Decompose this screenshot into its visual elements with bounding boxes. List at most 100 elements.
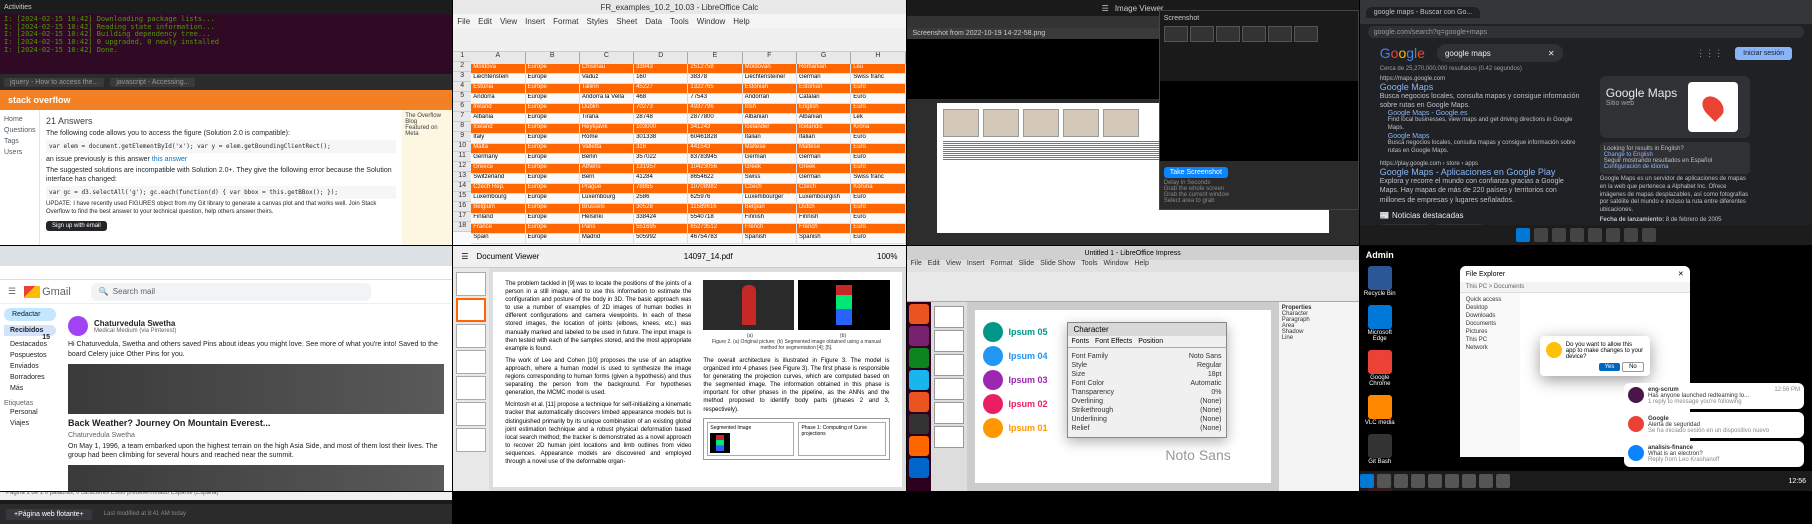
cell[interactable]: 28748 (634, 114, 688, 124)
slide-thumb[interactable] (934, 402, 964, 424)
table-row[interactable]: GreeceEuropeAthens13195710423056GreekGre… (471, 164, 905, 174)
page-thumb[interactable] (456, 376, 486, 400)
close-icon[interactable]: ✕ (1678, 270, 1684, 278)
table-row[interactable]: GermanyEuropeBerlin35702283783945GermanG… (471, 154, 905, 164)
menu-format[interactable]: Format (990, 260, 1012, 272)
panel-windows-desktop[interactable]: Admin Recycle BinMicrosoft EdgeGoogle Ch… (1360, 246, 1812, 491)
thumb[interactable] (983, 109, 1019, 137)
cell[interactable]: Spanish (743, 234, 797, 244)
dialog-field[interactable]: Relief(None) (1072, 424, 1222, 433)
cell[interactable]: Czech (743, 184, 797, 194)
row-header[interactable]: 10 (453, 142, 471, 152)
preview-th[interactable] (1190, 26, 1214, 42)
task-icon[interactable] (1428, 474, 1442, 488)
sidebar-snoozed[interactable]: Pospuestos (4, 350, 56, 361)
calc-toolbar[interactable] (453, 28, 905, 52)
preview-th[interactable] (1164, 26, 1188, 42)
cell[interactable]: 160 (634, 74, 688, 84)
dialog-field[interactable]: Underlining(None) (1072, 415, 1222, 424)
compose-button[interactable]: Redactar (4, 308, 56, 321)
cell[interactable]: Liechtenstein (471, 74, 525, 84)
launcher-icon[interactable] (909, 392, 929, 412)
cell[interactable]: Romanian (797, 64, 851, 74)
cell[interactable]: English (797, 104, 851, 114)
cell[interactable]: 60461828 (688, 134, 742, 144)
cell[interactable]: 441543 (688, 144, 742, 154)
cell[interactable]: 41284 (634, 174, 688, 184)
cell[interactable]: Andorra la Vella (580, 94, 634, 104)
cell[interactable]: Finland (471, 214, 525, 224)
cell[interactable]: 341243 (688, 124, 742, 134)
task-icon[interactable] (1394, 474, 1408, 488)
cell[interactable]: Leu (851, 64, 905, 74)
opt-select-area[interactable]: Select area to grab (1164, 198, 1354, 204)
cell[interactable]: Europe (526, 74, 580, 84)
cell[interactable]: 10423056 (688, 164, 742, 174)
cell[interactable]: Andorra (471, 94, 525, 104)
menu-format[interactable]: Format (553, 17, 578, 26)
cell[interactable]: Italy (471, 134, 525, 144)
cell[interactable]: Maltese (797, 144, 851, 154)
cell[interactable]: Maltese (743, 144, 797, 154)
sidebar-inbox[interactable]: Recibidos 15 (4, 325, 56, 336)
slide-thumb[interactable] (934, 426, 964, 448)
cell[interactable]: Bern (580, 174, 634, 184)
label-personal[interactable]: Personal (4, 407, 56, 418)
cell[interactable]: Europe (526, 134, 580, 144)
cell[interactable]: Helsinki (580, 214, 634, 224)
cell[interactable]: Europe (526, 214, 580, 224)
cell[interactable]: Albania (471, 114, 525, 124)
menu-help[interactable]: Help (733, 17, 749, 26)
stackoverflow-logo[interactable]: stack overflow (8, 95, 71, 105)
col-header[interactable]: E (688, 52, 742, 64)
task-icon[interactable] (1479, 474, 1493, 488)
table-row[interactable]: LuxembourgEuropeLuxembourg2586625976Luxe… (471, 194, 905, 204)
sidebar-drafts[interactable]: Borradores (4, 372, 56, 383)
task-icon[interactable] (1534, 228, 1548, 242)
row-header[interactable]: 15 (453, 192, 471, 202)
cell[interactable]: Italian (797, 134, 851, 144)
cell[interactable]: 625976 (688, 194, 742, 204)
lang-settings-link[interactable]: Configuración de idioma (1604, 164, 1746, 170)
task-icon[interactable] (1377, 474, 1391, 488)
task-icon[interactable] (1445, 474, 1459, 488)
properties-panel[interactable]: Properties Character Paragraph Area Shad… (1279, 302, 1359, 491)
hamburger-icon[interactable]: ☰ (461, 252, 468, 261)
terminal-window[interactable]: I: [2024-02-15 10:42] Downloading packag… (0, 14, 452, 74)
menu-insert[interactable]: Insert (525, 17, 545, 26)
so-link[interactable]: this answer (152, 156, 187, 163)
cell[interactable]: Euro (851, 204, 905, 214)
cell[interactable]: Króna (851, 124, 905, 134)
cell[interactable]: Chisinau (580, 64, 634, 74)
cell[interactable]: Dublin (580, 104, 634, 114)
slide-thumb[interactable] (934, 378, 964, 400)
cell[interactable]: Icelander (743, 124, 797, 134)
cell[interactable]: Spain (471, 234, 525, 244)
desktop-icon[interactable]: VLC media (1364, 395, 1396, 426)
cell[interactable]: Europe (526, 64, 580, 74)
table-row[interactable]: AlbaniaEuropeTirana287482877800AlbanianA… (471, 114, 905, 124)
cell[interactable]: 316 (634, 144, 688, 154)
sender-name[interactable]: Chaturvedula Swetha (94, 319, 176, 328)
slide-thumb[interactable] (934, 306, 964, 328)
table-row[interactable]: FinlandEuropeHelsinki3384245540718Finnis… (471, 214, 905, 224)
cell[interactable]: Euro (851, 84, 905, 94)
cell[interactable]: France (471, 224, 525, 234)
page-thumbnails[interactable] (453, 268, 489, 491)
sidebar-more[interactable]: Más (4, 383, 56, 394)
launcher-icon[interactable] (909, 436, 929, 456)
launcher-icon[interactable] (909, 304, 929, 324)
menu-edit[interactable]: Edit (928, 260, 940, 272)
cell[interactable]: Paris (580, 224, 634, 234)
so-nav-tags[interactable]: Tags (4, 136, 35, 147)
cell[interactable]: Europe (526, 234, 580, 244)
col-header[interactable]: F (743, 52, 797, 64)
cell[interactable]: Belgian (743, 204, 797, 214)
start-icon[interactable] (1516, 228, 1530, 242)
cell[interactable]: Europe (526, 154, 580, 164)
cell[interactable]: French (743, 224, 797, 234)
url-input[interactable]: google.com/search?q=google+maps (1368, 26, 1804, 38)
cell[interactable]: Europe (526, 184, 580, 194)
cell[interactable]: 38378 (688, 74, 742, 84)
nav-item[interactable]: Downloads (1463, 312, 1517, 320)
